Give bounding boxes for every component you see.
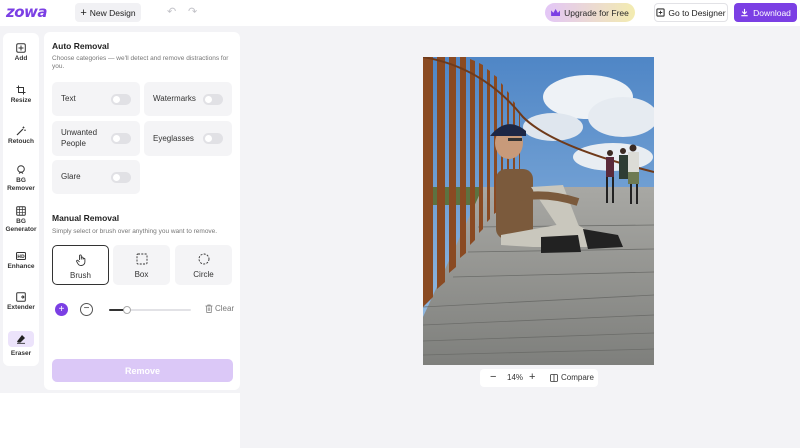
svg-text:HD: HD (17, 254, 25, 260)
app-logo[interactable]: zowa (6, 3, 48, 21)
toggle-label: Watermarks (153, 94, 196, 103)
rail-item-add[interactable]: Add (3, 43, 39, 63)
rail-item-eraser[interactable]: Eraser (3, 331, 39, 358)
zoom-in-button[interactable]: + (529, 371, 535, 383)
download-icon (741, 8, 748, 17)
rail-item-resize[interactable]: Resize (3, 85, 39, 105)
compare-button[interactable]: Compare (561, 373, 594, 382)
photo-illustration (423, 57, 654, 365)
toggle-label: Eyeglasses (153, 134, 194, 143)
new-design-button[interactable]: + New Design (75, 3, 141, 22)
hand-pointer-icon (75, 254, 85, 266)
rail-item-retouch[interactable]: Retouch (3, 126, 39, 146)
eraser-panel: Auto Removal Choose categories — we'll d… (44, 32, 240, 390)
expand-icon (16, 292, 26, 302)
rail-item-bg-generator[interactable]: BG Generator (3, 206, 39, 233)
eyeglasses-toggle[interactable] (203, 133, 223, 144)
glare-toggle[interactable] (111, 172, 131, 183)
rail-item-label: Retouch (8, 138, 34, 145)
crop-icon (16, 85, 26, 95)
rail-item-enhance[interactable]: HD Enhance (3, 251, 39, 271)
designer-icon (656, 8, 666, 17)
new-design-label: New Design (89, 7, 136, 18)
dashed-square-icon (136, 253, 147, 265)
toggle-label: Text (61, 94, 76, 103)
crown-icon (551, 9, 561, 16)
hd-icon: HD (16, 252, 26, 260)
magic-wand-icon (16, 126, 26, 136)
rail-item-extender[interactable]: Extender (3, 292, 39, 312)
unwanted-people-toggle[interactable] (111, 133, 131, 144)
circle-mode-button[interactable]: Circle (175, 245, 232, 285)
download-label: Download (753, 7, 791, 18)
bottom-strip (0, 393, 240, 448)
designer-label: Go to Designer (668, 7, 726, 18)
mode-label: Circle (193, 270, 214, 279)
clear-button[interactable]: Clear (205, 304, 234, 313)
rail-item-label: Eraser (10, 350, 32, 357)
rail-item-label: Enhance (7, 263, 35, 270)
brush-size-thumb[interactable] (123, 306, 132, 314)
auto-removal-title: Auto Removal (52, 41, 110, 51)
watermarks-toggle[interactable] (203, 94, 223, 105)
toggle-card-eyeglasses[interactable]: Eyeglasses (144, 121, 232, 156)
top-bar: zowa + New Design ↶ ↷ Upgrade for Free G… (0, 0, 800, 26)
toggle-card-watermarks[interactable]: Watermarks (144, 82, 232, 116)
rail-item-label: BG Generator (5, 218, 37, 233)
redo-icon[interactable]: ↷ (188, 5, 197, 18)
rail-item-bg-remover[interactable]: BG Remover (3, 165, 39, 192)
upgrade-button[interactable]: Upgrade for Free (545, 3, 635, 22)
toggle-card-text[interactable]: Text (52, 82, 140, 116)
auto-removal-desc: Choose categories — we'll detect and rem… (52, 55, 229, 70)
manual-removal-title: Manual Removal (52, 213, 120, 223)
tool-rail: Add Resize Retouch BG Remover BG Generat… (3, 33, 39, 366)
zoom-level: 14% (507, 373, 524, 382)
zoom-out-button[interactable]: − (490, 371, 496, 383)
brush-size-increase-button[interactable]: + (55, 303, 68, 316)
dashed-circle-icon (198, 253, 209, 265)
rail-item-label: Resize (10, 97, 32, 104)
go-to-designer-button[interactable]: Go to Designer (654, 3, 728, 22)
eraser-highlight (8, 331, 34, 347)
compare-icon (550, 374, 558, 384)
text-toggle[interactable] (111, 94, 131, 105)
toggle-card-unwanted-people[interactable]: Unwanted People (52, 121, 140, 156)
plus-icon: + (80, 6, 87, 19)
rail-item-label: Add (14, 55, 28, 62)
rail-item-label: Extender (7, 304, 35, 311)
clear-label: Clear (215, 304, 235, 313)
eraser-icon (17, 335, 25, 344)
rail-item-label: BG Remover (7, 177, 35, 192)
mode-label: Brush (70, 271, 91, 280)
bg-remover-icon (17, 165, 25, 174)
canvas-image[interactable] (423, 57, 654, 365)
undo-icon[interactable]: ↶ (167, 5, 176, 18)
plus-square-icon (16, 43, 26, 53)
zoom-bar: − 14% + Compare (480, 369, 598, 387)
toggle-card-glare[interactable]: Glare (52, 160, 140, 194)
bg-generator-icon (16, 206, 26, 216)
manual-removal-desc: Simply select or brush over anything you… (52, 228, 218, 235)
trash-icon (205, 304, 213, 313)
download-button[interactable]: Download (734, 3, 797, 22)
toggle-label: Glare (61, 172, 81, 181)
upgrade-label: Upgrade for Free (564, 7, 629, 18)
toggle-label: Unwanted People (61, 128, 98, 148)
brush-mode-button[interactable]: Brush (52, 245, 109, 285)
remove-button[interactable]: Remove (52, 359, 233, 382)
mode-label: Box (134, 270, 149, 279)
box-mode-button[interactable]: Box (113, 245, 170, 285)
brush-size-decrease-button[interactable]: − (80, 303, 93, 316)
brush-size-slider[interactable] (109, 306, 191, 314)
